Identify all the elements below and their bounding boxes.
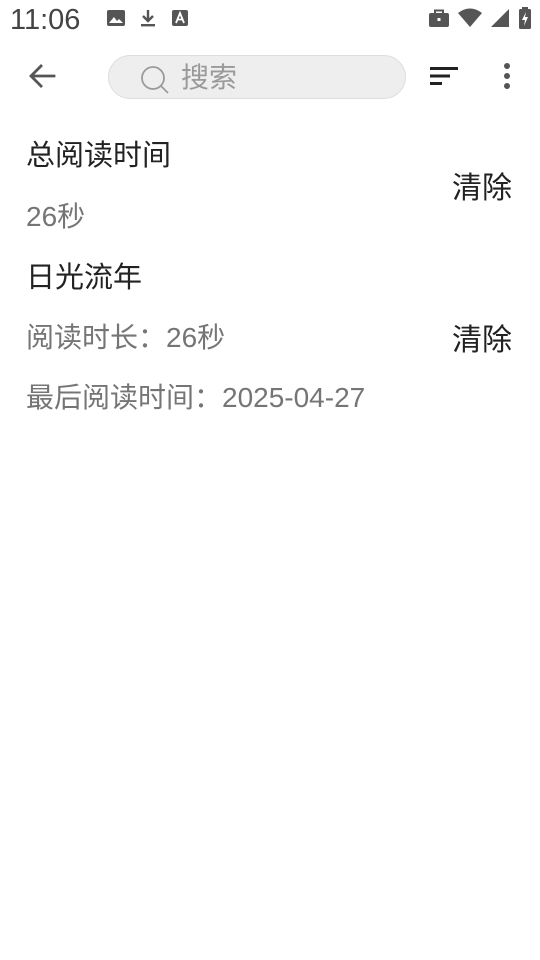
status-bar: 11:06 <box>0 0 540 44</box>
search-input[interactable]: 搜索 <box>108 55 406 99</box>
briefcase-icon <box>428 8 450 28</box>
total-reading-time-value: 26秒 <box>26 201 86 232</box>
sort-button[interactable] <box>424 60 464 96</box>
search-icon <box>139 64 171 96</box>
total-reading-time-label: 总阅读时间 <box>26 138 172 172</box>
search-placeholder: 搜索 <box>181 61 238 94</box>
book-last-read-time: 最后阅读时间：2025-04-27 <box>26 382 366 413</box>
back-button[interactable] <box>24 60 60 96</box>
status-time: 11:06 <box>10 4 81 36</box>
app-bar: 搜索 <box>0 44 540 112</box>
image-icon <box>106 8 126 28</box>
battery-charging-icon <box>518 7 532 29</box>
more-options-button[interactable] <box>490 60 524 96</box>
signal-icon <box>490 8 510 28</box>
font-icon <box>170 8 190 28</box>
wifi-icon <box>458 8 482 28</box>
status-right-icons <box>428 7 532 29</box>
arrow-back-icon <box>28 62 56 94</box>
book-reading-duration: 阅读时长：26秒 <box>26 322 226 353</box>
download-icon <box>138 8 158 28</box>
status-left-icons <box>106 8 190 28</box>
book-title[interactable]: 日光流年 <box>26 254 142 296</box>
clear-book-button[interactable]: 清除 <box>452 315 512 359</box>
more-vert-icon <box>502 62 512 94</box>
clear-total-button[interactable]: 清除 <box>452 163 512 207</box>
sort-icon <box>429 65 459 91</box>
